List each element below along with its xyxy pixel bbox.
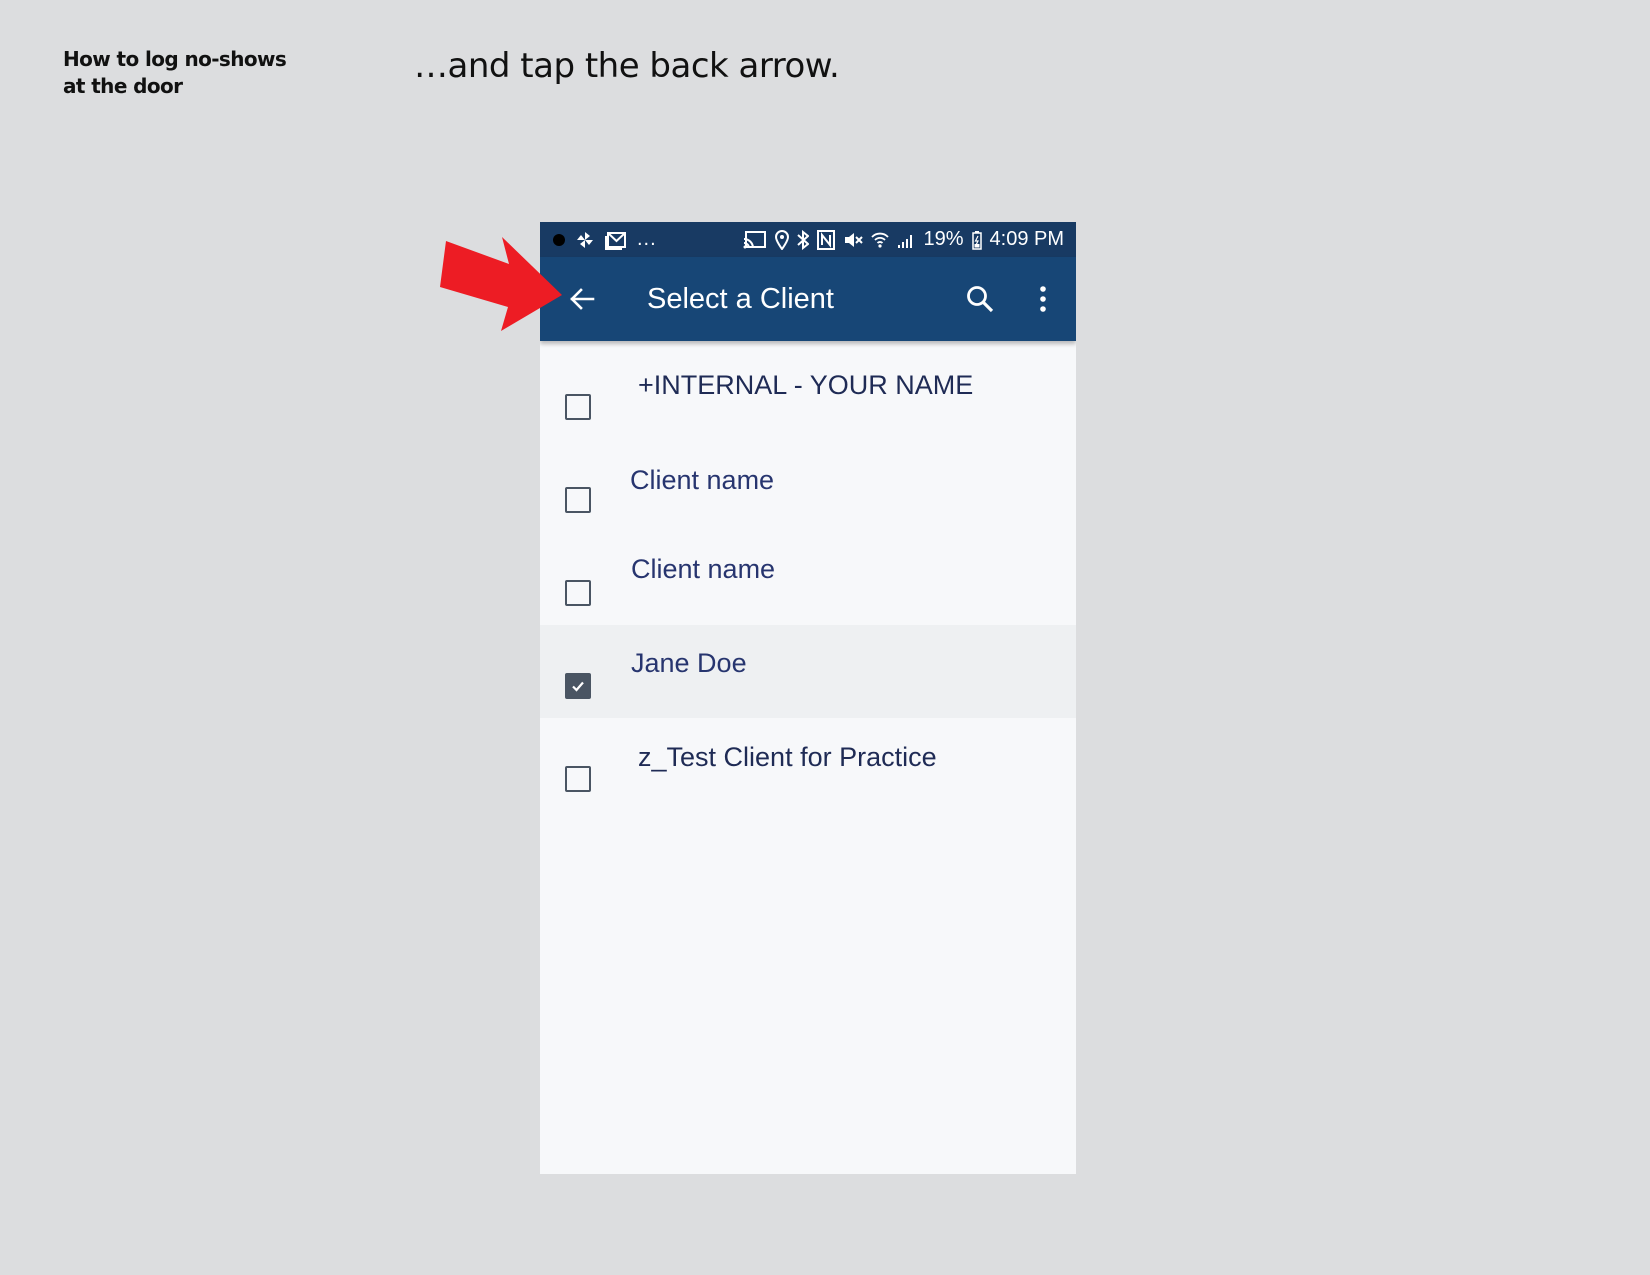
- status-bar: ... 19% 4:09 PM: [540, 222, 1076, 257]
- red-arrow-callout: [440, 237, 562, 331]
- pinwheel-icon: [575, 230, 595, 250]
- client-name: Client name: [630, 465, 775, 495]
- search-button[interactable]: [960, 279, 1000, 319]
- client-row[interactable]: Client name: [540, 532, 1076, 625]
- tutorial-page: How to log no-shows at the door …and tap…: [0, 0, 1650, 1275]
- mail-icon: [605, 230, 627, 250]
- phone-screen: ... 19% 4:09 PM Select a Client +INTERNA…: [540, 222, 1076, 1174]
- search-icon: [967, 286, 994, 313]
- document-title-line-1: How to log no-shows: [63, 47, 287, 71]
- client-name: z_Test Client for Practice: [638, 742, 937, 772]
- client-name: +INTERNAL - YOUR NAME: [638, 370, 974, 400]
- back-button[interactable]: [562, 279, 602, 319]
- document-title: How to log no-shows at the door: [63, 46, 287, 100]
- client-checkbox-checked[interactable]: [565, 673, 591, 699]
- bluetooth-icon: [797, 229, 810, 250]
- wifi-icon: [871, 230, 890, 250]
- nfc-icon: [817, 229, 836, 250]
- checkmark-icon: [572, 681, 584, 692]
- client-checkbox[interactable]: [565, 487, 591, 513]
- client-checkbox[interactable]: [565, 580, 591, 606]
- app-bar: Select a Client: [540, 257, 1076, 341]
- client-name: Client name: [631, 554, 776, 584]
- client-row-selected[interactable]: Jane Doe: [540, 625, 1076, 718]
- clock: 4:09 PM: [989, 228, 1064, 250]
- client-checkbox[interactable]: [565, 394, 591, 420]
- client-row[interactable]: +INTERNAL - YOUR NAME: [540, 346, 1076, 439]
- cast-icon: [743, 230, 767, 250]
- instruction-text: …and tap the back arrow.: [414, 46, 840, 86]
- client-checkbox[interactable]: [565, 766, 591, 792]
- client-row[interactable]: Client name: [540, 439, 1076, 532]
- client-row[interactable]: z_Test Client for Practice: [540, 718, 1076, 811]
- battery-icon: [971, 230, 982, 250]
- client-name: Jane Doe: [631, 648, 747, 678]
- back-arrow-icon: [570, 288, 595, 310]
- battery-percent: 19%: [923, 228, 964, 250]
- screen-title: Select a Client: [647, 283, 834, 315]
- document-title-line-2: at the door: [63, 74, 183, 98]
- notification-overflow: ...: [637, 228, 657, 250]
- more-options-button[interactable]: [1023, 279, 1063, 319]
- client-list: +INTERNAL - YOUR NAME Client name Client…: [540, 346, 1076, 811]
- location-icon: [775, 229, 790, 250]
- more-vert-icon: [1040, 286, 1046, 312]
- mute-icon: [843, 230, 864, 250]
- signal-icon: [897, 230, 915, 250]
